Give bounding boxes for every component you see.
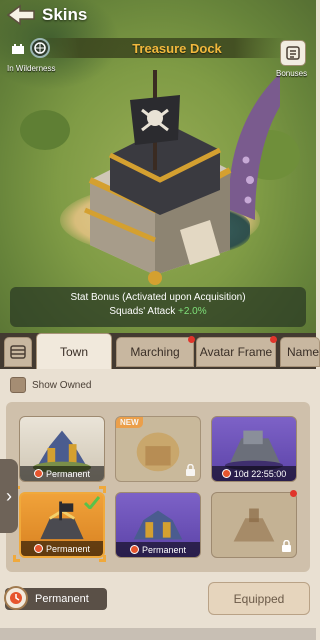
card-duration-text: Permanent <box>45 468 91 479</box>
stat-bonus-title: Stat Bonus (Activated upon Acquisition) <box>70 292 246 303</box>
skin-card[interactable]: 10d 22:55:00 <box>211 416 297 482</box>
stat-value: +2.0% <box>177 306 207 317</box>
equipped-label: Equipped <box>233 591 285 606</box>
notification-dot <box>270 336 277 343</box>
back-arrow-icon <box>6 4 35 26</box>
back-button[interactable] <box>4 2 38 28</box>
tab-name[interactable]: Name <box>280 337 320 367</box>
clock-icon <box>33 469 43 478</box>
card-duration: Permanent <box>116 542 200 557</box>
page-title: Skins <box>42 5 88 24</box>
tab-name-label: Name <box>287 345 320 359</box>
tab-marching[interactable]: Marching <box>116 336 195 367</box>
wilderness-label: In Wilderness <box>7 64 56 73</box>
skin-preview-scene: Skins Treasure Dock In Wilderness Bonuse… <box>0 0 316 335</box>
map-globe-icon <box>30 38 50 58</box>
stat-name: Squads' Attack <box>109 306 176 317</box>
skin-card[interactable]: Permanent <box>19 416 105 482</box>
show-owned-checkbox[interactable] <box>10 377 26 393</box>
card-duration-text: Permanent <box>45 543 91 554</box>
tab-marching-label: Marching <box>130 345 180 359</box>
show-owned-toggle[interactable]: Show Owned <box>10 377 91 393</box>
bonuses-label: Bonuses <box>276 69 308 78</box>
card-duration-text: Permanent <box>141 544 187 555</box>
lock-icon <box>282 540 291 552</box>
card-duration: 10d 22:55:00 <box>212 466 296 481</box>
category-tabs: Town Marching Avatar Frame Name <box>0 333 320 369</box>
building-name: Treasure Dock <box>132 40 222 56</box>
treasure-dock-building <box>84 70 280 285</box>
card-duration: Permanent <box>21 541 103 556</box>
tab-town-label: Town <box>59 344 88 359</box>
skin-card[interactable] <box>211 492 297 558</box>
new-badge: NEW <box>116 417 143 428</box>
tab-avatar-frame[interactable]: Avatar Frame <box>196 336 277 367</box>
chevron-right-icon: › <box>6 485 12 506</box>
checkmark-icon <box>84 496 100 509</box>
skin-card[interactable]: NEW <box>115 416 201 482</box>
wilderness-indicator[interactable] <box>10 38 50 58</box>
card-duration-text: 10d 22:55:00 <box>233 468 287 479</box>
top-bar: Skins <box>0 0 316 30</box>
menu-icon <box>10 345 26 359</box>
bonus-list-icon <box>286 46 300 60</box>
stat-bonus-line: Squads' Attack +2.0% <box>10 306 306 317</box>
stat-bonus-panel: Stat Bonus (Activated upon Acquisition) … <box>10 287 306 327</box>
clock-icon <box>129 545 139 554</box>
tab-avatar-frame-label: Avatar Frame <box>199 345 273 359</box>
bonuses-button[interactable] <box>280 40 306 66</box>
show-owned-label: Show Owned <box>32 379 92 391</box>
selection-corner <box>99 486 106 493</box>
home-indicator-bar <box>0 628 316 640</box>
tab-town[interactable]: Town <box>36 333 112 369</box>
lock-icon <box>186 464 195 476</box>
equipped-button[interactable]: Equipped <box>208 582 310 615</box>
footer-bar: Permanent Equipped <box>0 578 316 640</box>
selection-corner <box>13 555 20 562</box>
skin-card[interactable]: Permanent <box>115 492 201 558</box>
duration-text: Permanent <box>35 593 89 605</box>
skin-card-selected[interactable]: Permanent <box>19 492 105 558</box>
clock-icon <box>221 469 231 478</box>
selection-corner <box>99 555 106 562</box>
notification-dot <box>188 336 195 343</box>
clock-icon <box>4 586 28 610</box>
castle-icon <box>10 38 26 58</box>
building-name-banner: Treasure Dock <box>28 38 286 58</box>
card-duration: Permanent <box>20 466 104 481</box>
notification-dot <box>290 490 297 497</box>
tab-menu[interactable] <box>4 337 32 367</box>
side-drawer-handle[interactable]: › <box>0 459 18 533</box>
clock-icon <box>33 544 43 553</box>
